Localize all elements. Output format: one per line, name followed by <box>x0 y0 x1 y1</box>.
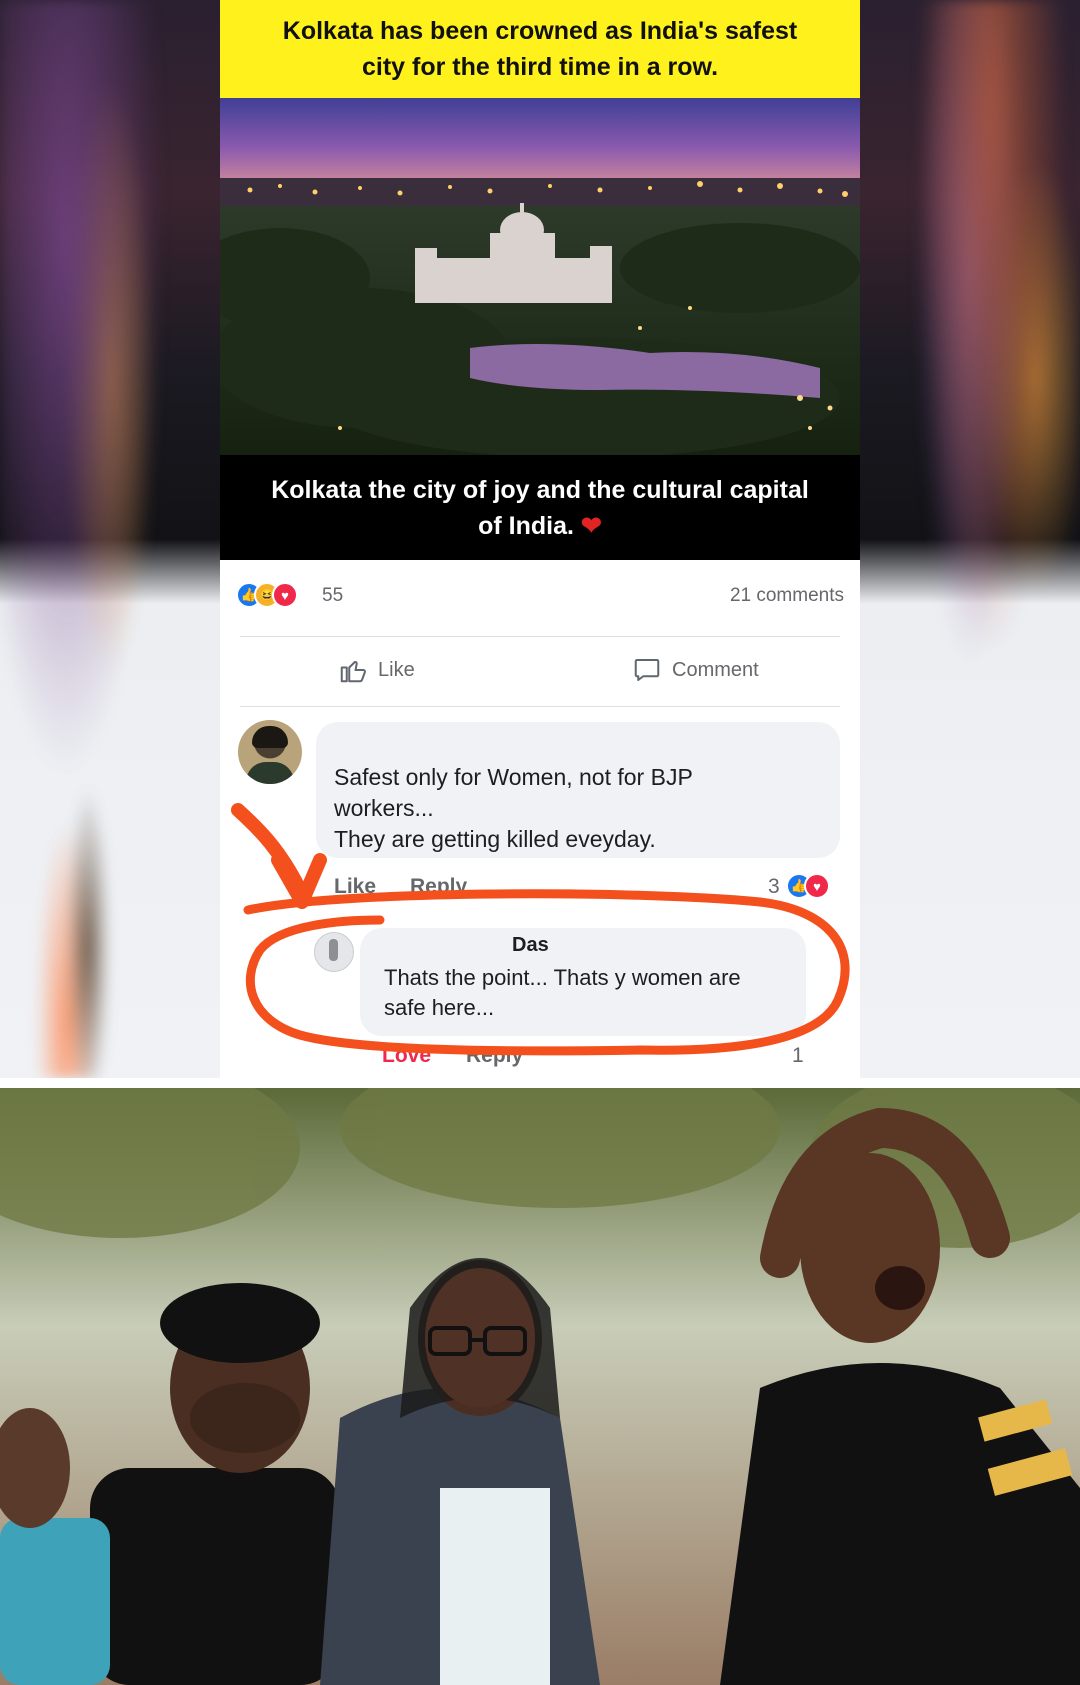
annotation-circle <box>243 889 850 1056</box>
headline-banner: Kolkata has been crowned as India's safe… <box>220 0 860 98</box>
heart-emoji-icon: ❤ <box>580 511 602 540</box>
caption-text: Kolkata the city of joy and the cultural… <box>260 472 820 544</box>
reaction-count: 55 <box>322 585 344 606</box>
headline-text: Kolkata has been crowned as India's safe… <box>282 17 798 81</box>
blurred-background-left <box>0 0 220 1078</box>
divider <box>240 706 840 707</box>
comment-line: Safest only for Women, not for BJP <box>334 764 693 790</box>
facebook-post-card: Kolkata has been crowned as India's safe… <box>220 0 860 1078</box>
avatar-shoulders <box>246 762 294 784</box>
caption-text-content: Kolkata the city of joy and the cultural… <box>271 475 809 540</box>
reaction-meme-photo <box>0 1088 1080 1685</box>
shocked-friends-illustration <box>0 1088 1080 1685</box>
image-separator <box>0 1078 1080 1088</box>
like-button[interactable]: Like <box>338 650 415 690</box>
reactions-summary[interactable]: 👍 😆 ♥ 55 21 comments <box>236 578 844 616</box>
comment-bubble-icon <box>634 659 660 681</box>
thumbs-up-icon <box>340 661 366 683</box>
comments-count-link[interactable]: 21 comments <box>730 585 844 607</box>
love-reaction-icon: ♥ <box>272 582 298 608</box>
reaction-icons: 👍 😆 ♥ <box>236 582 316 610</box>
screenshot-panel: Kolkata has been crowned as India's safe… <box>0 0 1080 1078</box>
caption-banner: Kolkata the city of joy and the cultural… <box>220 455 860 560</box>
like-label: Like <box>378 658 415 681</box>
victoria-memorial-photo[interactable] <box>220 98 860 455</box>
avatar-hair <box>252 726 288 748</box>
city-night-illustration <box>220 98 860 455</box>
comment-label: Comment <box>672 658 759 681</box>
divider <box>240 636 840 637</box>
comment-button[interactable]: Comment <box>632 650 759 690</box>
commenter-avatar[interactable] <box>238 720 302 784</box>
annotation-overlay <box>231 803 850 1056</box>
blurred-background-right <box>860 0 1080 1078</box>
